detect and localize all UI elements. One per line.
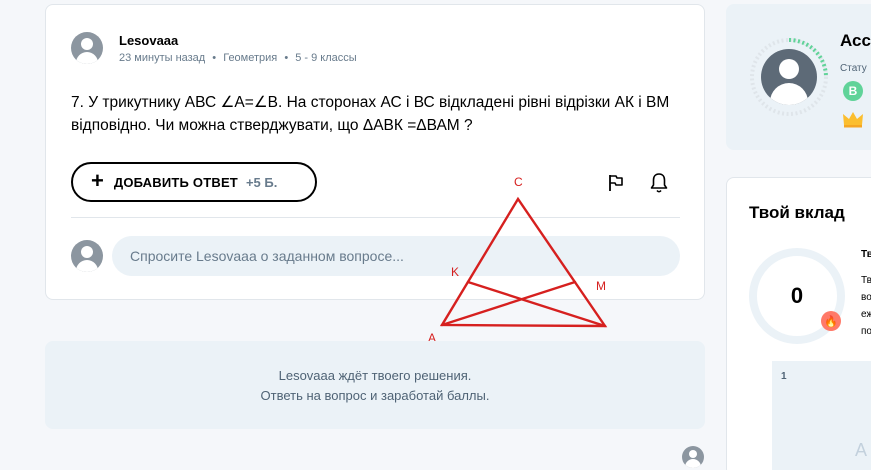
contribution-side-text: еж — [861, 309, 871, 320]
add-answer-label: ДОБАВИТЬ ОТВЕТ — [113, 174, 238, 190]
profile-status: Стату — [840, 63, 867, 74]
question-grade: 5 - 9 классы — [295, 52, 357, 64]
plus-icon: + — [91, 168, 104, 193]
meta-separator: • — [284, 52, 289, 64]
profile-card: Асс Стату B — [726, 4, 871, 150]
user-avatar — [71, 240, 103, 272]
triangle-outline — [439, 196, 608, 328]
author-name[interactable]: Lesovaaa — [119, 33, 178, 48]
question-meta: 23 минуты назад • Геометрия • 5 - 9 клас… — [119, 52, 357, 64]
question-time: 23 минуты назад — [119, 52, 206, 64]
awaiting-line-1: Lesovaaa ждёт твоего решения. — [278, 368, 472, 383]
contribution-side-text: по — [861, 326, 871, 337]
rank-badge-icon: B — [843, 81, 863, 101]
contribution-side-text: во — [861, 292, 871, 303]
contribution-side-text: Тв — [861, 249, 871, 260]
question-text: 7. У трикутнику АВС ∠А=∠В. На сторонах А… — [71, 94, 670, 134]
contribution-side-text: Тв — [861, 275, 871, 286]
crown-icon — [843, 112, 863, 128]
segment-ak — [440, 280, 577, 327]
fire-icon: 🔥 — [821, 311, 841, 331]
label-k: K — [451, 265, 459, 279]
add-answer-button[interactable]: + ДОБАВИТЬ ОТВЕТ +5 Б. — [71, 162, 317, 202]
profile-name[interactable]: Асс — [840, 31, 871, 51]
bell-icon[interactable] — [649, 172, 669, 194]
author-avatar[interactable] — [71, 32, 103, 64]
contribution-title: Твой вклад — [749, 203, 845, 222]
label-m: M — [596, 279, 606, 293]
answer-points: +5 Б. — [245, 174, 278, 190]
awaiting-answer-panel: Lesovaaa ждёт твоего решения. Ответь на … — [45, 341, 705, 429]
user-avatar-small[interactable] — [682, 446, 704, 468]
page: Lesovaaa 23 минуты назад • Геометрия • 5… — [0, 0, 871, 470]
question-subject[interactable]: Геометрия — [223, 52, 277, 64]
triangle-figure: C K M A B — [428, 175, 614, 354]
awaiting-line-2: Ответь на вопрос и заработай баллы. — [260, 388, 490, 403]
rank-number: 1 — [781, 371, 787, 382]
rank-letter: A — [855, 440, 868, 460]
meta-separator: • — [212, 52, 217, 64]
profile-avatar[interactable] — [761, 49, 817, 105]
contribution-card: Твой вклад 0 🔥 Тв Тв во еж по 1 A — [726, 177, 871, 470]
label-c: C — [514, 175, 523, 189]
segment-bm — [466, 280, 607, 328]
